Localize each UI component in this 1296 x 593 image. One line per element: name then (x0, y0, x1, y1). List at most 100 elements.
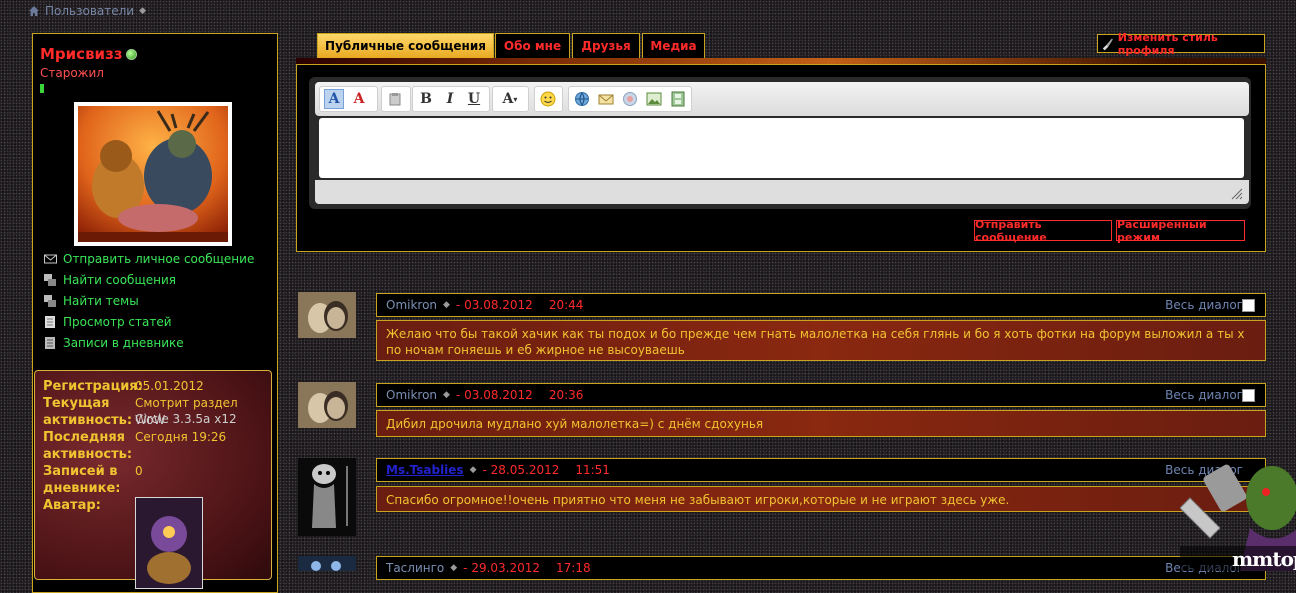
diary-count-label-2: дневнике: (43, 481, 121, 496)
message-author-link[interactable]: Таслинго (386, 561, 444, 575)
send-pm-link[interactable]: Отправить личное сообщение (44, 248, 254, 269)
tab-friends[interactable]: Друзья (572, 33, 640, 58)
threads-icon (44, 294, 56, 307)
resize-handle-icon[interactable] (1231, 188, 1243, 200)
diary-entries-label[interactable]: Записи в дневнике (63, 336, 184, 350)
profile-actions: Отправить личное сообщение Найти сообщен… (44, 248, 254, 353)
toolbar-group-format: A A (319, 86, 378, 112)
posts-icon (44, 273, 56, 286)
message-date: - 28.05.2012 (482, 463, 560, 477)
message-author-link[interactable]: Omikron (386, 298, 437, 312)
find-posts-label[interactable]: Найти сообщения (63, 273, 176, 287)
smiley-icon[interactable] (539, 90, 557, 108)
message-author-link[interactable]: Omikron (386, 388, 437, 402)
underline-icon[interactable]: U (465, 90, 483, 108)
activity-forum-link-text[interactable]: Circle 3.3.5a x12 (135, 412, 237, 426)
toolbar-group-smilies (534, 86, 563, 112)
message-avatar[interactable] (298, 556, 356, 571)
home-icon[interactable] (28, 5, 40, 17)
find-posts-link[interactable]: Найти сообщения (44, 269, 254, 290)
toolbar-group-text: B I U (412, 86, 490, 112)
message-header: Ms.Tsablies ◆ - 28.05.2012 11:51 Весь ди… (376, 458, 1266, 482)
message-header: Таслинго ◆ - 29.03.2012 17:18 Весь диало… (376, 556, 1266, 580)
diary-icon (45, 336, 55, 349)
email-icon[interactable] (597, 90, 615, 108)
wysiwyg-mode-icon[interactable]: A (324, 89, 344, 109)
view-articles-label[interactable]: Просмотр статей (63, 315, 172, 329)
message-select-checkbox[interactable] (1242, 298, 1255, 312)
font-size-dropdown-icon[interactable]: A ▾ (497, 90, 523, 108)
bold-icon[interactable]: B (417, 90, 435, 108)
paint-brush-icon (1102, 38, 1113, 50)
toolbar-group-font: A ▾ (492, 86, 529, 112)
editor-footer (315, 180, 1249, 204)
toolbar-group-paste (381, 86, 411, 112)
image-icon[interactable] (645, 90, 663, 108)
message-time: 17:18 (556, 561, 591, 575)
breadcrumb-users-link[interactable]: Пользователи (45, 4, 134, 18)
paste-icon[interactable] (386, 90, 404, 108)
registration-value: 05.01.2012 (135, 379, 204, 393)
tab-about-me[interactable]: Обо мне (495, 33, 570, 58)
change-style-label[interactable]: Изменить стиль профиля (1118, 31, 1264, 57)
activity-forum-link-2[interactable]: Circle 3.3.5a x12 (135, 411, 237, 428)
envelope-icon (44, 254, 57, 263)
article-icon (45, 315, 55, 328)
breadcrumb: Пользователи ◆ (28, 4, 146, 18)
message-textarea[interactable] (319, 118, 1244, 178)
toolbar-group-insert (568, 86, 692, 112)
change-profile-style-button[interactable]: Изменить стиль профиля (1097, 31, 1265, 57)
tab-media[interactable]: Медиа (642, 33, 705, 58)
message-avatar[interactable] (298, 458, 356, 536)
view-articles-link[interactable]: Просмотр статей (44, 311, 254, 332)
message-date: - 03.08.2012 (455, 388, 533, 402)
view-conversation-link[interactable]: Весь диалог (1165, 298, 1243, 312)
username-text: Мрисвизз (40, 45, 123, 63)
user-title: Старожил (40, 66, 104, 80)
diary-count-label-1: Записей в (43, 464, 118, 479)
message-separator-icon: ◆ (450, 563, 458, 573)
avatar (78, 106, 228, 242)
message-text: Желаю что бы такой хачик как ты подох и … (376, 320, 1266, 361)
find-threads-label[interactable]: Найти темы (63, 294, 139, 308)
message-date: - 03.08.2012 (455, 298, 533, 312)
message-select-checkbox[interactable] (1242, 388, 1255, 402)
advanced-mode-button[interactable]: Расширенный режим (1116, 218, 1245, 244)
avatar-label: Аватар: (43, 498, 101, 513)
message-avatar[interactable] (298, 292, 356, 338)
reputation-bar (40, 84, 44, 93)
avatar-thumbnail (135, 497, 203, 589)
message-author-link[interactable]: Ms.Tsablies (386, 463, 464, 477)
remove-format-icon[interactable]: A (350, 90, 368, 108)
message-time: 20:36 (548, 388, 584, 402)
last-activity-label-1: Последняя (43, 430, 126, 445)
watermark-text: mmtop (1232, 547, 1296, 571)
italic-icon[interactable]: I (441, 90, 459, 108)
tab-public-messages[interactable]: Публичные сообщения (317, 33, 494, 58)
message-text: Спасибо огромное!!очень приятно что меня… (376, 486, 1266, 512)
activity-label-1: Текущая (43, 396, 110, 411)
message-time: 11:51 (575, 463, 610, 477)
profile-username: Мрисвизз (40, 45, 137, 63)
activity-text: Смотрит раздел (135, 396, 238, 410)
unlink-icon[interactable] (621, 90, 639, 108)
last-activity-label-2: активность: (43, 447, 133, 462)
message-separator-icon: ◆ (443, 390, 450, 400)
breadcrumb-separator-icon: ◆ (139, 6, 147, 16)
last-activity-value: Сегодня 19:26 (135, 430, 227, 444)
message-header: Omikron ◆ - 03.08.2012 20:44 Весь диалог (376, 293, 1266, 317)
find-threads-link[interactable]: Найти темы (44, 290, 254, 311)
message-separator-icon: ◆ (443, 300, 450, 310)
view-conversation-link[interactable]: Весь диалог (1165, 388, 1243, 402)
video-icon[interactable] (669, 90, 687, 108)
send-message-button[interactable]: Отправить сообщение (974, 218, 1112, 244)
profile-info-box: Регистрация: 05.01.2012 Текущая активнос… (34, 370, 272, 589)
message-date: - 29.03.2012 (463, 561, 541, 575)
message-header: Omikron ◆ - 03.08.2012 20:36 Весь диалог (376, 383, 1266, 407)
message-separator-icon: ◆ (469, 465, 477, 475)
diary-entries-link[interactable]: Записи в дневнике (44, 332, 254, 353)
activity-label-2: активность: (43, 413, 133, 428)
send-pm-label[interactable]: Отправить личное сообщение (63, 252, 254, 266)
link-icon[interactable] (573, 90, 591, 108)
message-avatar[interactable] (298, 382, 356, 428)
